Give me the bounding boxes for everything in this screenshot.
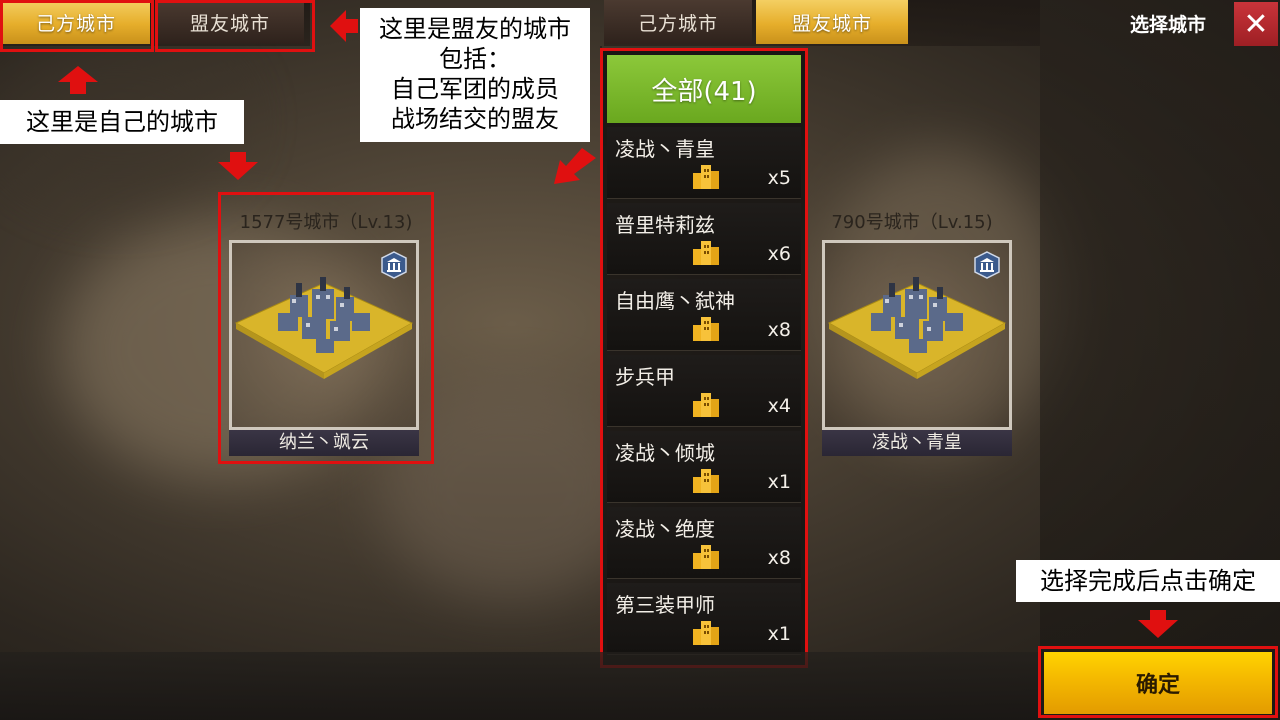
ally-city-count: x4 xyxy=(767,395,791,417)
city-building-icon xyxy=(693,621,719,645)
annotation-ally-city: 这里是盟友的城市 包括： 自己军团的成员 战场结交的盟友 xyxy=(360,8,590,142)
tab-ally-city-right[interactable]: 盟友城市 xyxy=(756,0,908,44)
own-city-image[interactable] xyxy=(229,240,419,430)
city-building-icon xyxy=(693,393,719,417)
ally-list-item[interactable]: 凌战丶绝度 x8 xyxy=(607,507,801,579)
highlight-ally-tab xyxy=(155,0,315,52)
ally-city-count: x8 xyxy=(767,319,791,341)
ally-name: 凌战丶倾城 xyxy=(615,441,715,465)
ally-city-count: x8 xyxy=(767,547,791,569)
annotation-confirm: 选择完成后点击确定 xyxy=(1016,560,1280,602)
annotation-line: 战场结交的盟友 xyxy=(391,105,559,133)
own-city-caption: 1577号城市（Lv.13) xyxy=(239,212,413,233)
ally-city-count: x1 xyxy=(767,623,791,645)
highlight-own-tab xyxy=(0,0,154,52)
ally-name: 第三装甲师 xyxy=(615,593,715,617)
arrow-up-icon xyxy=(58,66,98,96)
ally-city-image[interactable] xyxy=(822,240,1012,430)
ally-list-panel: 全部(41) 凌战丶青皇 x5 普里特莉兹 x6 自由鹰丶弑神 x8 步兵甲 x… xyxy=(600,48,808,668)
city-building-icon xyxy=(693,545,719,569)
ally-city-count: x6 xyxy=(767,243,791,265)
annotation-own-city: 这里是自己的城市 xyxy=(0,100,244,144)
own-city-name: 纳兰丶飒云 xyxy=(229,430,419,456)
ally-name: 普里特莉兹 xyxy=(615,213,715,237)
annotation-line: 自己军团的成员 xyxy=(391,75,559,103)
government-icon xyxy=(974,251,1000,279)
arrow-down-icon xyxy=(218,152,258,182)
annotation-line: 包括： xyxy=(439,45,511,73)
confirm-button[interactable]: 确定 xyxy=(1044,652,1272,714)
ally-city-name: 凌战丶青皇 xyxy=(822,430,1012,456)
city-building-icon xyxy=(693,165,719,189)
arrow-down-left-icon xyxy=(554,148,596,184)
arrow-down-icon xyxy=(1138,610,1178,640)
ally-list-item[interactable]: 凌战丶倾城 x1 xyxy=(607,431,801,503)
city-building-icon xyxy=(693,241,719,265)
tab-own-city-right[interactable]: 己方城市 xyxy=(604,0,752,44)
close-icon: ✕ xyxy=(1243,6,1269,42)
ally-list-item[interactable]: 自由鹰丶弑神 x8 xyxy=(607,279,801,351)
ally-city-caption: 790号城市（Lv.15) xyxy=(831,212,993,233)
filter-all-button[interactable]: 全部(41) xyxy=(607,55,801,123)
ally-name: 凌战丶绝度 xyxy=(615,517,715,541)
city-building-icon xyxy=(693,317,719,341)
ally-name: 凌战丶青皇 xyxy=(615,137,715,161)
annotation-line: 这里是盟友的城市 xyxy=(379,15,571,43)
ally-name: 自由鹰丶弑神 xyxy=(615,289,735,313)
ally-list-item[interactable]: 第三装甲师 x1 xyxy=(607,583,801,655)
page-title: 选择城市 xyxy=(1130,14,1207,36)
ally-list-item[interactable]: 步兵甲 x4 xyxy=(607,355,801,427)
government-icon xyxy=(381,251,407,279)
ally-list-item[interactable]: 普里特莉兹 x6 xyxy=(607,203,801,275)
ally-city-count: x1 xyxy=(767,471,791,493)
ally-city-count: x5 xyxy=(767,167,791,189)
close-button[interactable]: ✕ xyxy=(1234,2,1278,46)
arrow-left-icon xyxy=(330,8,360,44)
bottom-bar xyxy=(0,652,1040,720)
ally-list-item[interactable]: 凌战丶青皇 x5 xyxy=(607,127,801,199)
ally-name: 步兵甲 xyxy=(615,365,675,389)
city-building-icon xyxy=(693,469,719,493)
